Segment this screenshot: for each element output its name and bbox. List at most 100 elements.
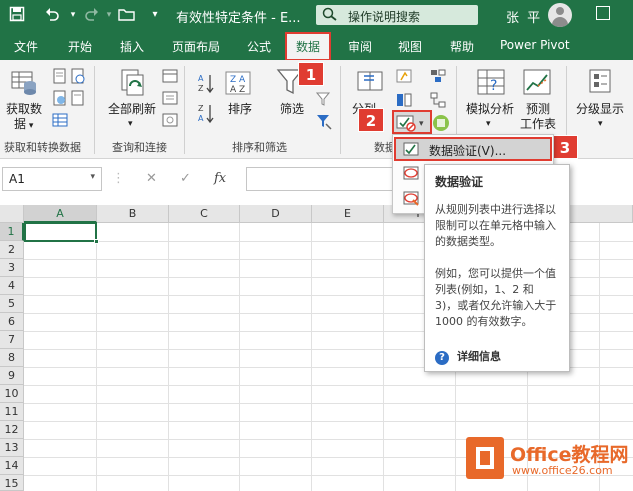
tab-power-pivot[interactable]: Power Pivot [500,38,570,52]
tab-insert[interactable]: 插入 [120,38,144,55]
tab-file[interactable]: 文件 [14,38,38,55]
save-icon[interactable] [8,6,26,24]
row-header-9[interactable]: 9 [0,367,24,385]
edit-links-icon[interactable] [162,112,178,131]
svg-text:?: ? [490,78,497,94]
consolidate-icon[interactable] [430,68,446,87]
relationships-icon[interactable] [430,92,446,111]
svg-text:A: A [198,114,204,123]
recent-sources-icon[interactable] [70,68,86,87]
svg-text:A: A [198,74,204,83]
row-header-12[interactable]: 12 [0,421,24,439]
gridline [96,223,97,491]
outline-dropdown-icon[interactable]: ▾ [598,117,603,131]
tooltip-paragraph-1: 从规则列表中进行选择以限制可以在单元格中输入的数据类型。 [435,203,556,248]
manage-data-model-icon[interactable] [432,114,450,135]
select-all-corner[interactable] [0,205,24,223]
filter-button[interactable]: 筛选 [280,102,304,116]
from-web-icon[interactable] [52,90,68,109]
sort-button[interactable]: 排序 [228,102,252,116]
row-header-14[interactable]: 14 [0,457,24,475]
refresh-all-button[interactable]: 全部刷新 [108,102,156,116]
tab-home[interactable]: 开始 [68,38,92,55]
queries-connections-icon[interactable] [162,68,178,87]
avatar[interactable] [548,3,572,27]
get-data-dropdown-icon: ▾ [26,121,34,131]
what-if-analysis-button[interactable]: 模拟分析 [466,102,514,116]
properties-icon[interactable] [162,90,178,109]
ribbon-display-options-icon[interactable] [596,6,610,20]
row-header-15[interactable]: 15 [0,475,24,491]
insert-function-icon[interactable]: fx [214,171,226,186]
row-header-13[interactable]: 13 [0,439,24,457]
row-header-4[interactable]: 4 [0,277,24,295]
existing-connections-icon[interactable] [70,90,86,109]
column-header-d[interactable]: D [240,205,312,223]
row-header-10[interactable]: 10 [0,385,24,403]
row-header-5[interactable]: 5 [0,295,24,313]
undo-icon[interactable] [44,6,62,24]
get-data-label-2-row[interactable]: 据 ▾ [14,117,33,133]
sort-ascending-icon[interactable]: AZ [196,72,216,97]
refresh-all-icon [118,68,148,101]
column-header-c[interactable]: C [169,205,240,223]
row-header-2[interactable]: 2 [0,241,24,259]
outline-icon [588,68,612,97]
fill-handle[interactable] [94,239,99,244]
row-header-11[interactable]: 11 [0,403,24,421]
row-header-1[interactable]: 1 [0,223,24,241]
tab-view[interactable]: 视图 [398,38,422,55]
column-header-a[interactable]: A [24,205,97,223]
cancel-icon[interactable]: ✕ [146,171,157,186]
column-header-e[interactable]: E [312,205,384,223]
customize-toolbar-icon[interactable]: ▾ [146,6,164,24]
tab-page-layout[interactable]: 页面布局 [172,38,220,55]
row-header-7[interactable]: 7 [0,331,24,349]
name-box[interactable]: A1 ▾ [2,167,102,191]
from-text-icon[interactable] [52,68,68,87]
forecast-sheet-label-row[interactable]: 工作表 [520,117,556,131]
from-table-icon[interactable] [52,112,68,131]
clear-circles-icon [403,190,421,209]
tell-me-placeholder: 操作说明搜索 [348,10,421,24]
gridline [168,223,169,491]
menu-item-data-validation[interactable]: 数据验证(V)... [394,137,552,161]
formula-input[interactable] [246,167,396,191]
flash-fill-icon[interactable] [396,68,412,87]
tooltip-more-info-link[interactable]: ? 详细信息 [435,348,501,365]
reapply-icon[interactable] [315,92,332,109]
enter-icon[interactable]: ✓ [180,171,191,186]
undo-dropdown-icon[interactable]: ▾ [64,6,82,24]
forecast-sheet-button[interactable]: 预测 [526,102,550,116]
refresh-all-label: 全部刷新 [108,102,157,116]
row-header-8[interactable]: 8 [0,349,24,367]
advanced-filter-icon[interactable] [316,114,332,133]
row-header-6[interactable]: 6 [0,313,24,331]
column-header-b[interactable]: B [97,205,169,223]
tell-me-search[interactable]: 操作说明搜索 [316,5,478,25]
redo-dropdown-icon[interactable]: ▾ [100,6,118,24]
sort-descending-icon[interactable]: ZA [196,102,216,127]
name-box-value: A1 [9,172,25,186]
tab-formulas[interactable]: 公式 [247,38,271,55]
tab-help[interactable]: 帮助 [450,38,474,55]
outline-button[interactable]: 分级显示 [576,102,624,116]
filter-label: 筛选 [280,102,305,116]
row-header-3[interactable]: 3 [0,259,24,277]
tooltip-more-label: 详细信息 [457,350,501,363]
group-sort-filter-label: 排序和筛选 [232,141,287,154]
tab-data[interactable]: 数据 [284,32,332,61]
validation-highlight [392,110,432,134]
get-data-label-2: 据 [14,117,27,131]
name-box-dropdown-icon[interactable]: ▾ [90,172,95,182]
refresh-all-dropdown-icon[interactable]: ▾ [128,117,133,131]
redo-icon[interactable] [82,6,100,24]
tab-review[interactable]: 审阅 [348,38,372,55]
data-validation-icon [403,141,421,160]
selected-cell-a1[interactable] [24,222,97,242]
remove-duplicates-icon[interactable] [396,92,412,111]
what-if-dropdown-icon[interactable]: ▾ [486,117,491,131]
user-name[interactable]: 张 平 [506,7,542,26]
get-data-button[interactable]: 获取数 [6,102,42,116]
open-folder-icon[interactable] [118,6,136,24]
